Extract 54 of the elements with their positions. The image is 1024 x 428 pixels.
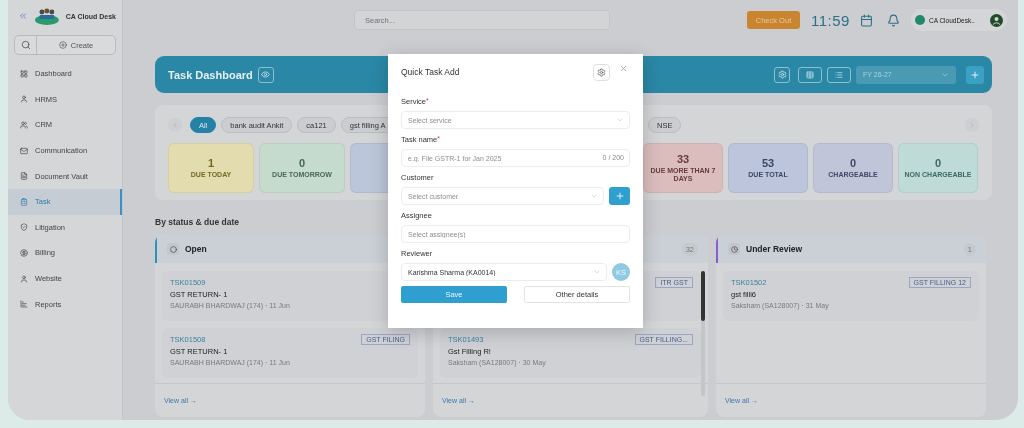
chevron-right-icon (968, 121, 976, 129)
next-button[interactable] (965, 118, 979, 132)
settings-icon (597, 67, 606, 77)
stat-value: 0 (934, 156, 942, 169)
dialog-title: Quick Task Add (401, 67, 460, 77)
stat-value: 1 (207, 156, 215, 169)
list-view-button[interactable] (827, 66, 851, 83)
list-icon (835, 70, 843, 79)
settings-button[interactable] (593, 63, 610, 81)
user-icon (20, 274, 28, 283)
bell-icon[interactable] (886, 13, 900, 27)
plus-icon (970, 69, 980, 80)
add-button[interactable] (966, 65, 984, 84)
stat-value: 0 (298, 156, 306, 169)
search-icon (20, 40, 31, 50)
stat-value: 0 (849, 156, 857, 169)
plus-circle-icon (58, 41, 67, 49)
add-customer-button[interactable] (609, 187, 630, 205)
stat-value: 53 (761, 156, 775, 169)
section-title: By status & due date (155, 217, 241, 227)
column-title: Open (185, 244, 207, 254)
dollar-icon (20, 248, 28, 257)
chevron-down-icon (593, 268, 601, 276)
scrollbar-thumb[interactable] (701, 271, 705, 321)
user-icon (20, 95, 28, 104)
grid-icon (20, 69, 28, 78)
chart-icon (20, 300, 28, 309)
double-chevron-icon[interactable] (18, 11, 28, 21)
user-avatar-icon[interactable] (989, 13, 1003, 27)
eye-button[interactable] (257, 66, 274, 83)
close-icon (618, 63, 628, 73)
settings-icon (777, 70, 787, 79)
chevron-down-icon (590, 192, 598, 200)
plus-icon (614, 191, 625, 201)
clock-time: 11:59 (811, 11, 850, 29)
chevron-left-icon (171, 121, 179, 129)
chevron-down-icon (616, 116, 624, 124)
eye-icon (261, 70, 271, 79)
settings-button[interactable] (774, 66, 790, 83)
table-view-button[interactable] (798, 66, 822, 83)
shield-icon (20, 223, 28, 232)
stat-value: 33 (676, 152, 690, 165)
scrollbar[interactable] (701, 271, 705, 396)
users-icon (20, 121, 28, 129)
dashboard-title: Task Dashboard (168, 68, 253, 81)
org-logo-icon (914, 15, 925, 25)
clipboard-icon (20, 197, 28, 206)
table-icon (806, 70, 814, 79)
logo-icon (33, 7, 60, 25)
mail-icon (20, 146, 28, 155)
column-title: Under Review (746, 244, 803, 254)
calendar-icon[interactable] (859, 13, 873, 27)
document-icon (20, 172, 28, 181)
previous-button[interactable] (168, 118, 182, 132)
